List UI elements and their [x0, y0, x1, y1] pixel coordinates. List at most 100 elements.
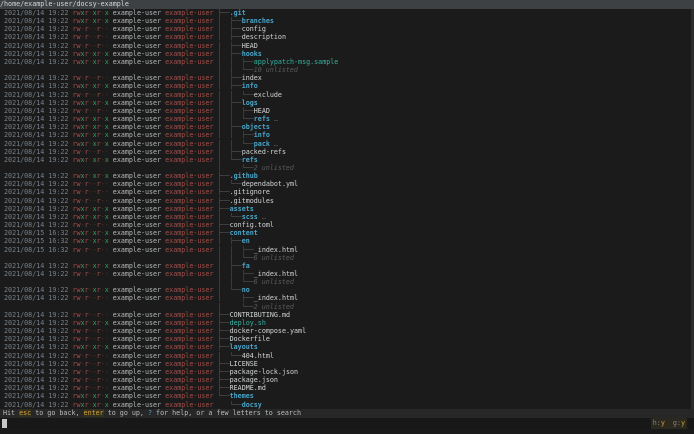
- tree-row[interactable]: 2021/08/14 19:22 rw-r--r-- example-user …: [0, 107, 694, 115]
- tree-row[interactable]: 2021/08/14 19:22 rw-r--r-- example-user …: [0, 376, 694, 384]
- tree-row[interactable]: │ └──2 unlisted: [0, 164, 694, 172]
- tree-branch: ├──: [217, 229, 230, 238]
- tree-row[interactable]: 2021/08/14 19:22 rw-r--r-- example-user …: [0, 294, 694, 302]
- root-path-bar[interactable]: /home/example-user/docsy-example: [0, 0, 694, 9]
- tree-row[interactable]: 2021/08/14 19:22 rwxr-xr-x example-user …: [0, 17, 694, 25]
- tree-branch: │ ├──: [217, 33, 242, 42]
- tree-row[interactable]: 2021/08/14 19:22 rwxr-xr-x example-user …: [0, 392, 694, 400]
- tree-row[interactable]: 2021/08/14 19:22 rw-r--r-- example-user …: [0, 327, 694, 335]
- tree-row[interactable]: 2021/08/14 19:22 rw-r--r-- example-user …: [0, 335, 694, 343]
- group: example-user: [165, 98, 214, 107]
- group: example-user: [165, 237, 214, 246]
- modified-date: 2021/08/14 19:22: [0, 180, 73, 189]
- tree-row[interactable]: 2021/08/14 19:22 rwxr-xr-x example-user …: [0, 172, 694, 180]
- tree-row[interactable]: 2021/08/14 19:22 rwxr-xr-x example-user …: [0, 82, 694, 90]
- group: example-user: [165, 180, 214, 189]
- tree-row[interactable]: 2021/08/14 19:22 rw-r--r-- example-user …: [0, 270, 694, 278]
- modified-date: 2021/08/14 19:22: [0, 359, 73, 368]
- tree-row[interactable]: 2021/08/14 19:22 rw-r--r-- example-user …: [0, 360, 694, 368]
- tree-row[interactable]: 2021/08/14 19:22 rw-r--r-- example-user …: [0, 42, 694, 50]
- tree-branch: │ └──: [217, 212, 242, 221]
- tree-row[interactable]: 2021/08/14 19:22 rwxr-xr-x example-user …: [0, 99, 694, 107]
- modified-date: 2021/08/14 19:22: [0, 147, 73, 156]
- tree-row[interactable]: 2021/08/15 16:32 rwxr-xr-x example-user …: [0, 229, 694, 237]
- file-tree: 2021/08/14 19:22 rwxr-xr-x example-user …: [0, 9, 694, 409]
- entry-name: README.md: [229, 384, 266, 393]
- entry-name: pack: [253, 139, 270, 148]
- group: example-user: [165, 212, 214, 221]
- tree-row[interactable]: 2021/08/14 19:22 rwxr-xr-x example-user …: [0, 286, 694, 294]
- tree-row[interactable]: 2021/08/14 19:22 rwxr-xr-x example-user …: [0, 123, 694, 131]
- tree-row[interactable]: 2021/08/14 19:22 rwxr-xr-x example-user …: [0, 401, 694, 409]
- tree-row[interactable]: 2021/08/14 19:22 rwxr-xr-x example-user …: [0, 50, 694, 58]
- owner: example-user: [112, 98, 162, 107]
- tree-branch: ├──: [217, 310, 230, 319]
- entry-name: 2 unlisted: [253, 302, 294, 311]
- tree-row[interactable]: 2021/08/14 19:22 rwxr-xr-x example-user …: [0, 213, 694, 221]
- tree-row[interactable]: 2021/08/14 19:22 rw-r--r-- example-user …: [0, 180, 694, 188]
- owner: example-user: [112, 392, 162, 401]
- tree-branch: │ ├──: [217, 237, 242, 246]
- owner: example-user: [112, 221, 162, 230]
- tree-row[interactable]: 2021/08/14 19:22 rw-r--r-- example-user …: [0, 25, 694, 33]
- tree-row[interactable]: │ └──2 unlisted: [0, 303, 694, 311]
- tree-row[interactable]: 2021/08/14 19:22 rwxr-xr-x example-user …: [0, 319, 694, 327]
- group: example-user: [165, 139, 214, 148]
- flag-value: y: [680, 419, 685, 427]
- modified-date: 2021/08/14 19:22: [0, 33, 73, 42]
- tree-branch: ├──: [217, 343, 230, 352]
- tree-row[interactable]: 2021/08/14 19:22 rwxr-xr-x example-user …: [0, 140, 694, 148]
- owner: example-user: [112, 123, 162, 132]
- tree-row[interactable]: 2021/08/14 19:22 rwxr-xr-x example-user …: [0, 156, 694, 164]
- tree-row[interactable]: 2021/08/14 19:22 rw-r--r-- example-user …: [0, 188, 694, 196]
- tree-row[interactable]: 2021/08/14 19:22 rwxr-xr-x example-user …: [0, 343, 694, 351]
- entry-name: 6 unlisted: [253, 253, 294, 262]
- tree-row[interactable]: 2021/08/14 19:22 rw-r--r-- example-user …: [0, 33, 694, 41]
- tree-row[interactable]: 2021/08/14 19:22 rwxr-xr-x example-user …: [0, 9, 694, 17]
- owner: example-user: [112, 229, 162, 238]
- owner: example-user: [112, 212, 162, 221]
- tree-branch: │ ├──: [217, 294, 254, 303]
- tree-row[interactable]: 2021/08/14 19:22 rwxr-xr-x example-user …: [0, 262, 694, 270]
- tree-row[interactable]: 2021/08/15 16:32 rwxr-xr-x example-user …: [0, 237, 694, 245]
- tree-row[interactable]: 2021/08/14 19:22 rw-r--r-- example-user …: [0, 148, 694, 156]
- tree-row[interactable]: 2021/08/14 19:22 rwxr-xr-x example-user …: [0, 58, 694, 66]
- tree-row[interactable]: 2021/08/14 19:22 rw-r--r-- example-user …: [0, 311, 694, 319]
- group: example-user: [165, 17, 214, 26]
- tree-row[interactable]: 2021/08/14 19:22 rw-r--r-- example-user …: [0, 91, 694, 99]
- tree-row[interactable]: 2021/08/14 19:22 rw-r--r-- example-user …: [0, 368, 694, 376]
- modified-date: 2021/08/14 19:22: [0, 400, 73, 409]
- entry-name: docker-compose.yaml: [229, 327, 307, 336]
- entry-name: CONTRIBUTING.md: [229, 310, 291, 319]
- modified-date: 2021/08/14 19:22: [0, 261, 73, 270]
- tree-row[interactable]: 2021/08/14 19:22 rw-r--r-- example-user …: [0, 197, 694, 205]
- tree-row[interactable]: 2021/08/14 19:22 rw-r--r-- example-user …: [0, 221, 694, 229]
- tree-row[interactable]: │ │ └──10 unlisted: [0, 66, 694, 74]
- modified-date: 2021/08/14 19:22: [0, 17, 73, 26]
- owner: example-user: [112, 196, 162, 205]
- tree-row[interactable]: 2021/08/14 19:22 rwxr-xr-x example-user …: [0, 131, 694, 139]
- modified-date: 2021/08/15 16:32: [0, 237, 73, 246]
- tree-row[interactable]: 2021/08/14 19:22 rw-r--r-- example-user …: [0, 352, 694, 360]
- tree-branch: │ ├──: [217, 25, 242, 34]
- group: example-user: [165, 318, 214, 327]
- tree-branch: │ │ ├──: [217, 57, 254, 66]
- modified-date: 2021/08/14 19:22: [0, 90, 73, 99]
- tree-row[interactable]: │ │ └──6 unlisted: [0, 278, 694, 286]
- group: example-user: [165, 351, 214, 360]
- search-input[interactable]: h:y g:y: [0, 418, 694, 429]
- tree-row[interactable]: 2021/08/15 16:32 rw-r--r-- example-user …: [0, 246, 694, 254]
- tree-row[interactable]: 2021/08/14 19:22 rw-r--r-- example-user …: [0, 74, 694, 82]
- tree-row[interactable]: │ │ └──6 unlisted: [0, 254, 694, 262]
- tree-row[interactable]: 2021/08/14 19:22 rw-r--r-- example-user …: [0, 384, 694, 392]
- mode-flags: h:y g:y: [650, 418, 687, 429]
- tree-row[interactable]: 2021/08/14 19:22 rwxr-xr-x example-user …: [0, 115, 694, 123]
- owner: example-user: [112, 106, 162, 115]
- group: example-user: [165, 106, 214, 115]
- modified-date: 2021/08/14 19:22: [0, 49, 73, 58]
- entry-name: logs: [241, 98, 258, 107]
- group: example-user: [165, 310, 214, 319]
- entry-name: Dockerfile: [229, 335, 270, 344]
- tree-row[interactable]: 2021/08/14 19:22 rwxr-xr-x example-user …: [0, 205, 694, 213]
- group: example-user: [165, 25, 214, 34]
